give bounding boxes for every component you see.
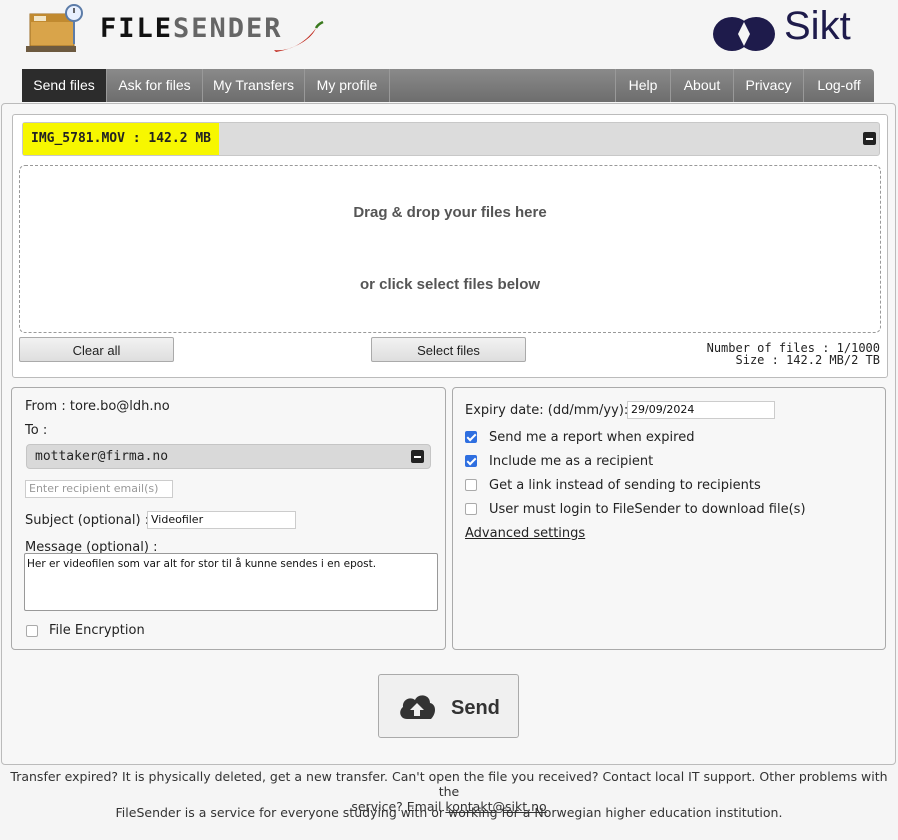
drop-zone-text: Drag & drop your files here bbox=[353, 204, 547, 221]
send-label: Send bbox=[451, 697, 500, 719]
include-me-label: Include me as a recipient bbox=[489, 454, 654, 469]
cloud-upload-icon bbox=[400, 695, 436, 719]
chili-pepper-icon bbox=[272, 20, 324, 58]
sikt-wordmark: Sikt bbox=[784, 4, 851, 48]
drop-zone[interactable]: Drag & drop your files here or click sel… bbox=[19, 165, 881, 333]
remove-recipient-icon[interactable] bbox=[411, 450, 424, 463]
message-textarea[interactable]: Her er videofilen som var alt for stor t… bbox=[24, 553, 438, 611]
logo-text-file: FILE bbox=[100, 13, 174, 44]
header: FILESENDER Sikt bbox=[0, 0, 898, 68]
from-label: From : tore.bo@ldh.no bbox=[25, 399, 170, 414]
recipient-chip: mottaker@firma.no bbox=[26, 444, 431, 469]
footer-service-text: FileSender is a service for everyone stu… bbox=[115, 805, 783, 820]
get-link-checkbox[interactable] bbox=[465, 479, 477, 491]
file-encryption-label: File Encryption bbox=[49, 623, 145, 638]
options-panel: Expiry date: (dd/mm/yy): 29/09/2024 Send… bbox=[452, 387, 886, 650]
send-button[interactable]: Send bbox=[378, 674, 519, 738]
select-files-button[interactable]: Select files bbox=[371, 337, 526, 362]
file-encryption-checkbox[interactable] bbox=[26, 625, 38, 637]
tab-about[interactable]: About bbox=[670, 69, 733, 102]
tab-ask-for-files[interactable]: Ask for files bbox=[107, 69, 203, 102]
file-name: IMG_5781.MOV : 142.2 MB bbox=[23, 123, 220, 155]
upload-panel: IMG_5781.MOV : 142.2 MB Drag & drop your… bbox=[12, 114, 888, 378]
tab-my-profile[interactable]: My profile bbox=[305, 69, 390, 102]
file-size-total: Size : 142.2 MB/2 TB bbox=[735, 353, 881, 367]
remove-file-icon[interactable] bbox=[863, 132, 876, 145]
filesender-box-icon bbox=[26, 4, 86, 54]
must-login-label: User must login to FileSender to downloa… bbox=[489, 502, 806, 517]
report-expired-label: Send me a report when expired bbox=[489, 430, 695, 445]
file-stats: Number of files : 1/1000 Size : 142.2 MB… bbox=[707, 342, 880, 366]
expiry-date-input[interactable]: 29/09/2024 bbox=[627, 401, 775, 419]
tab-send-files[interactable]: Send files bbox=[22, 69, 107, 102]
tab-help[interactable]: Help bbox=[615, 69, 670, 102]
recipient-input[interactable]: Enter recipient email(s) bbox=[25, 480, 173, 498]
tab-my-transfers[interactable]: My Transfers bbox=[203, 69, 305, 102]
to-label: To : bbox=[25, 423, 48, 438]
tab-privacy[interactable]: Privacy bbox=[733, 69, 803, 102]
file-list-item: IMG_5781.MOV : 142.2 MB bbox=[22, 122, 880, 156]
tab-log-off[interactable]: Log-off bbox=[803, 69, 874, 102]
report-expired-checkbox[interactable] bbox=[465, 431, 477, 443]
footer-line-1: Transfer expired? It is physically delet… bbox=[10, 769, 888, 799]
get-link-label: Get a link instead of sending to recipie… bbox=[489, 478, 761, 493]
filesender-logo[interactable]: FILESENDER bbox=[100, 13, 283, 44]
logo-text-sender: SENDER bbox=[173, 13, 283, 44]
drop-zone-subtext: or click select files below bbox=[359, 276, 541, 293]
send-files-page: IMG_5781.MOV : 142.2 MB Drag & drop your… bbox=[1, 103, 896, 765]
must-login-checkbox[interactable] bbox=[465, 503, 477, 515]
subject-input[interactable]: Videofiler bbox=[147, 511, 296, 529]
main-nav: Send files Ask for files My Transfers My… bbox=[22, 69, 874, 102]
subject-label: Subject (optional) : bbox=[25, 513, 150, 528]
recipient-email: mottaker@firma.no bbox=[35, 449, 169, 464]
recipient-panel: From : tore.bo@ldh.no To : mottaker@firm… bbox=[11, 387, 446, 650]
advanced-settings-link[interactable]: Advanced settings bbox=[465, 526, 585, 541]
clear-all-button[interactable]: Clear all bbox=[19, 337, 174, 362]
expiry-label: Expiry date: (dd/mm/yy): bbox=[465, 403, 629, 418]
include-me-checkbox[interactable] bbox=[465, 455, 477, 467]
